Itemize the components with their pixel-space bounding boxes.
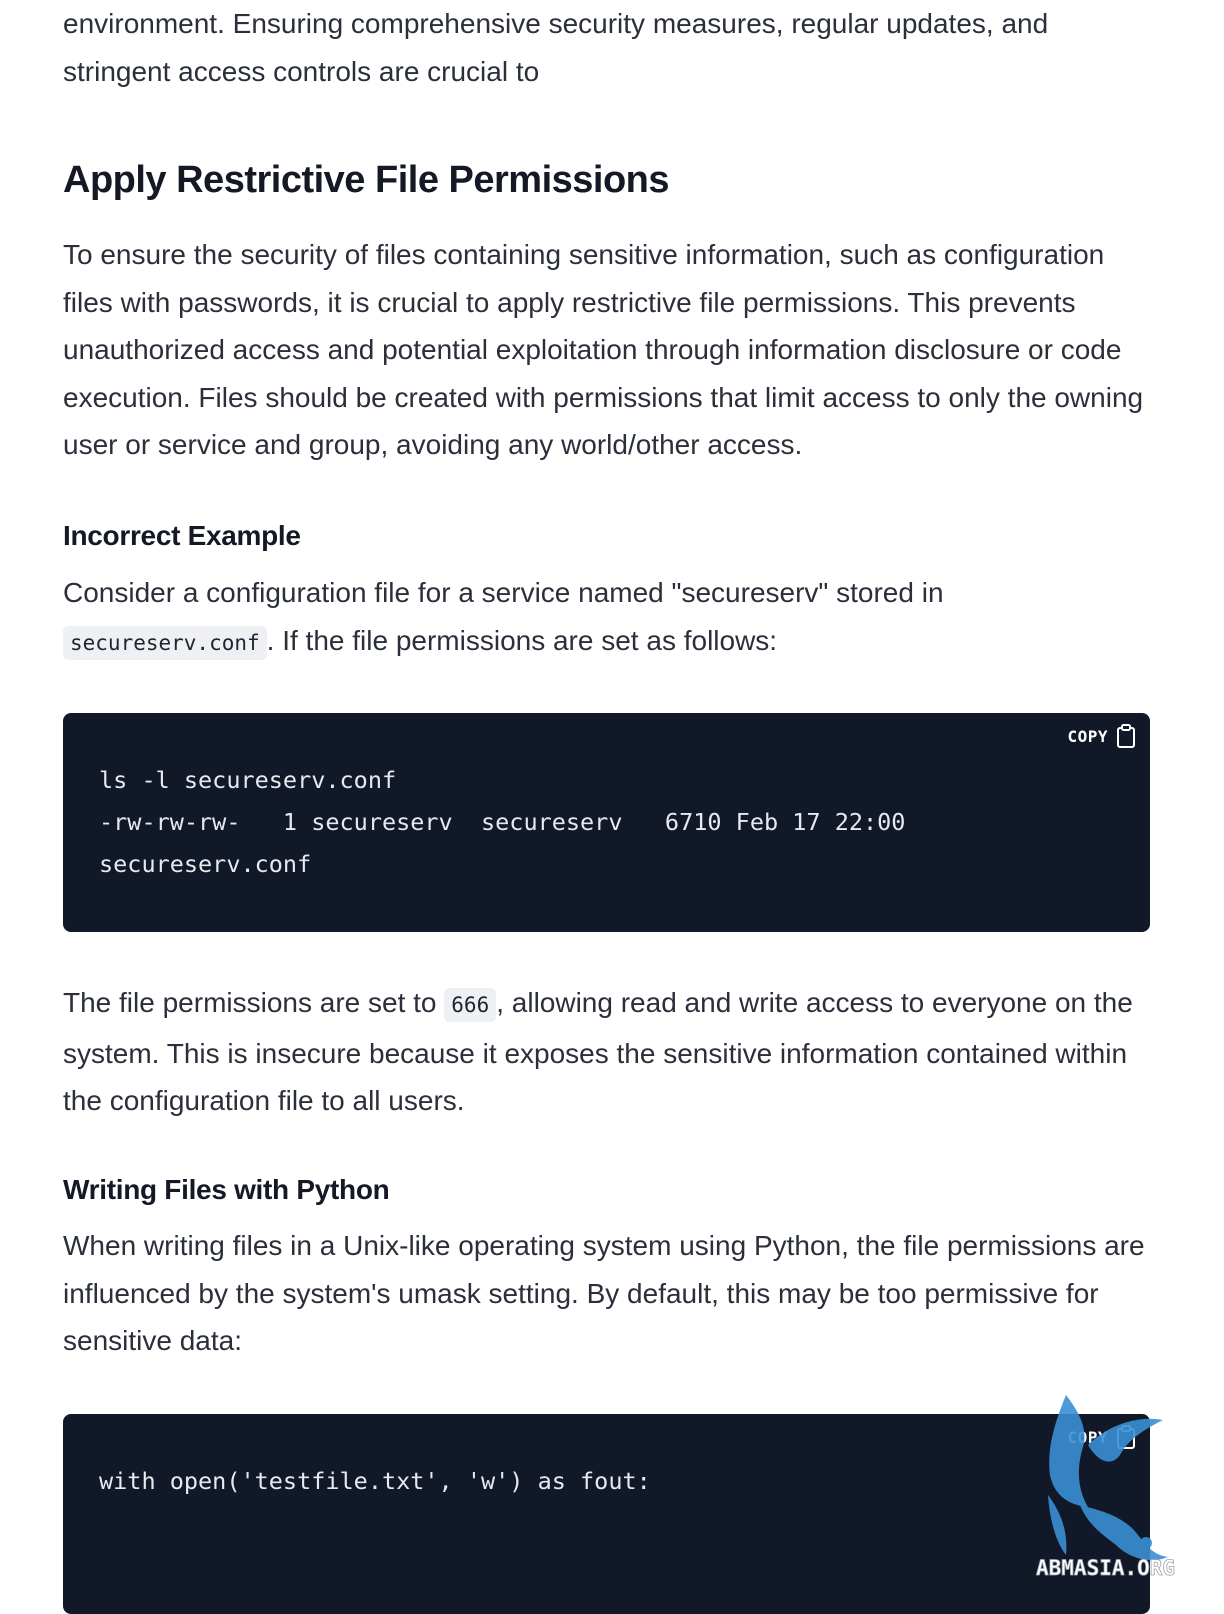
- incorrect-example-paragraph: Consider a configuration file for a serv…: [63, 569, 1150, 667]
- intro-paragraph: environment. Ensuring comprehensive secu…: [63, 8, 1049, 87]
- code-content-ls: ls -l secureserv.conf -rw-rw-rw- 1 secur…: [99, 766, 906, 878]
- incorrect-example-heading: Incorrect Example: [63, 520, 301, 551]
- python-section-heading: Writing Files with Python: [63, 1174, 390, 1205]
- inline-code-filename: secureserv.conf: [63, 625, 267, 660]
- copy-button-label: COPY: [1067, 726, 1108, 746]
- clipboard-icon: [1117, 724, 1135, 748]
- inline-code-666: 666: [444, 988, 497, 1022]
- incorrect-example-text-before: Consider a configuration file for a serv…: [63, 577, 944, 608]
- python-section-paragraph: When writing files in a Unix-like operat…: [63, 1230, 1145, 1356]
- section-intro-paragraph: To ensure the security of files containi…: [63, 239, 1144, 460]
- watermark-logo: ABMASIA.ORG: [1036, 1395, 1175, 1580]
- explanation-text-before: The file permissions are set to: [63, 987, 437, 1018]
- copy-button[interactable]: COPY: [1067, 723, 1136, 749]
- section-title: Apply Restrictive File Permissions: [63, 159, 670, 201]
- code-block-ls: COPY ls -l secureserv.conf -rw-rw-rw- 1 …: [63, 713, 1150, 932]
- permissions-explanation-paragraph: The file permissions are set to 666, all…: [63, 979, 1150, 1125]
- code-block-python: COPY with open('testfile.txt', 'w') as f…: [63, 1414, 1150, 1614]
- incorrect-example-text-after: . If the file permissions are set as fol…: [266, 624, 778, 656]
- watermark-text: ABMASIA.ORG: [1036, 1556, 1175, 1580]
- code-content-python: with open('testfile.txt', 'w') as fout:: [99, 1467, 651, 1495]
